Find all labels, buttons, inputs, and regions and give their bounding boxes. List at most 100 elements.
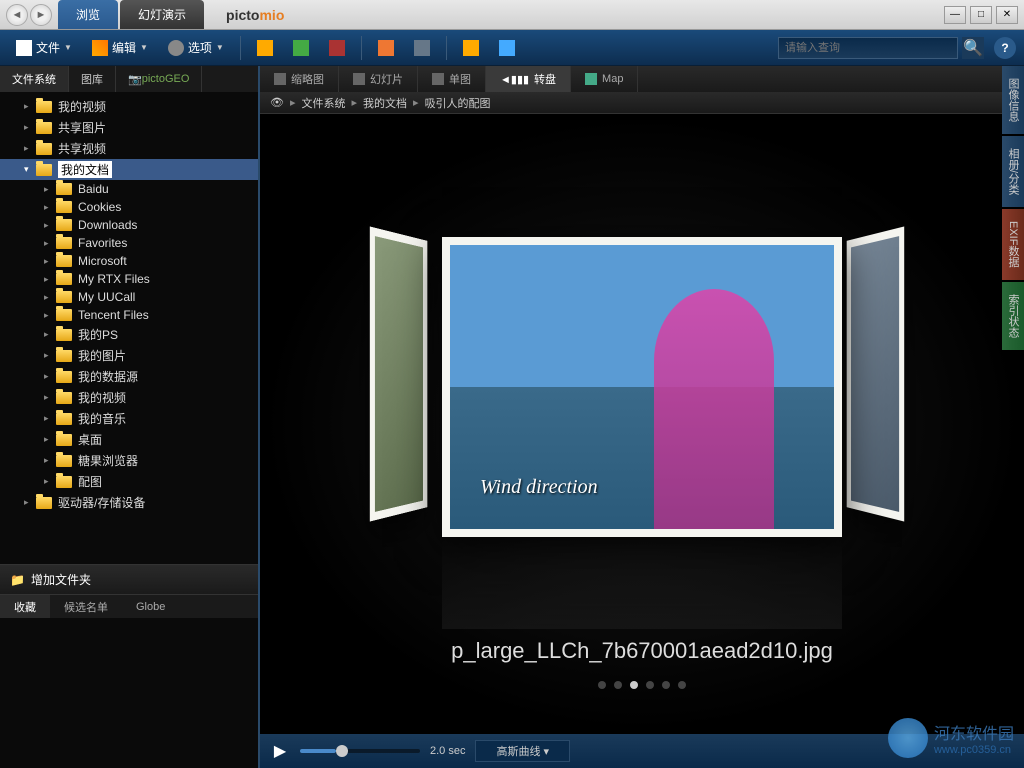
bottom-tab-globe[interactable]: Globe: [122, 595, 179, 618]
current-filename: p_large_LLCh_7b670001aead2d10.jpg: [451, 638, 833, 664]
tree-item-label: Baidu: [78, 182, 109, 196]
upload-button[interactable]: [455, 36, 487, 60]
title-tab-browse[interactable]: 浏览: [58, 0, 118, 29]
stop-button[interactable]: [321, 36, 353, 60]
tree-item[interactable]: ▸My UUCall: [0, 288, 258, 306]
view-tab-carousel[interactable]: ◄▮▮▮转盘: [486, 66, 571, 92]
right-tab-album[interactable]: 相册/分类: [1002, 136, 1024, 207]
download-icon: [499, 40, 515, 56]
tree-arrow-icon[interactable]: ▸: [44, 292, 56, 303]
right-tab-exif[interactable]: EXIF数据: [1002, 209, 1024, 279]
tree-arrow-icon[interactable]: ▸: [24, 101, 36, 112]
right-panels: 图像信息 相册/分类 EXIF数据 索引状态: [1002, 66, 1024, 350]
tree-arrow-icon[interactable]: ▸: [24, 143, 36, 154]
tree-item[interactable]: ▸桌面: [0, 429, 258, 450]
folder-icon: [36, 101, 52, 113]
tree-item[interactable]: ▸Microsoft: [0, 252, 258, 270]
tree-item[interactable]: ▸Favorites: [0, 234, 258, 252]
export-button[interactable]: [249, 36, 281, 60]
file-menu-button[interactable]: 文件▼: [8, 35, 80, 60]
image-button[interactable]: [370, 36, 402, 60]
tree-arrow-icon[interactable]: ▸: [44, 392, 56, 403]
nav-forward-button[interactable]: ►: [30, 4, 52, 26]
tree-arrow-icon[interactable]: ▸: [44, 238, 56, 249]
tree-item[interactable]: ▸我的图片: [0, 345, 258, 366]
tree-item[interactable]: ▸我的视频: [0, 96, 258, 117]
carousel-dots[interactable]: [598, 681, 686, 689]
tree-arrow-icon[interactable]: ▾: [24, 164, 36, 175]
tree-item[interactable]: ▸配图: [0, 471, 258, 492]
view-tab-single[interactable]: 单图: [418, 66, 486, 92]
folder-icon: [56, 413, 72, 425]
tree-arrow-icon[interactable]: ▸: [44, 329, 56, 340]
tree-item[interactable]: ▸ Baidu: [0, 180, 258, 198]
tree-item[interactable]: ▸我的PS: [0, 324, 258, 345]
tree-item[interactable]: ▸我的视频: [0, 387, 258, 408]
tree-item-label: My RTX Files: [78, 272, 150, 286]
maximize-button[interactable]: □: [970, 6, 992, 24]
edit-menu-button[interactable]: 编辑▼: [84, 35, 156, 60]
add-folder-button[interactable]: 📁增加文件夹: [0, 564, 258, 594]
tree-item[interactable]: ▸Tencent Files: [0, 306, 258, 324]
search-button[interactable]: 🔍: [962, 37, 984, 59]
breadcrumb[interactable]: 👁 ▸文件系统 ▸我的文档 ▸吸引人的配图: [260, 92, 1024, 114]
tree-item[interactable]: ▸ My RTX Files: [0, 270, 258, 288]
refresh-button[interactable]: [285, 36, 317, 60]
bottom-tab-candidates[interactable]: 候选名单: [50, 595, 122, 618]
carousel-image-prev[interactable]: [370, 226, 428, 521]
tree-item[interactable]: ▸糖果浏览器: [0, 450, 258, 471]
carousel-image-next[interactable]: [847, 226, 905, 521]
minimize-button[interactable]: —: [944, 6, 966, 24]
close-button[interactable]: ✕: [996, 6, 1018, 24]
tree-arrow-icon[interactable]: ▸: [44, 434, 56, 445]
tree-item[interactable]: ▸Cookies: [0, 198, 258, 216]
tree-item[interactable]: ▾我的文档: [0, 159, 258, 180]
tree-arrow-icon[interactable]: ▸: [44, 413, 56, 424]
search-input[interactable]: [778, 37, 958, 59]
tree-arrow-icon[interactable]: ▸: [44, 455, 56, 466]
right-tab-index[interactable]: 索引状态: [1002, 282, 1024, 350]
tree-item[interactable]: ▸Downloads: [0, 216, 258, 234]
effect-selector[interactable]: 高斯曲线 ▾: [475, 740, 570, 762]
tree-arrow-icon[interactable]: ▸: [24, 122, 36, 133]
upload-icon: [463, 40, 479, 56]
print-button[interactable]: [406, 36, 438, 60]
image-icon: [378, 40, 394, 56]
bottom-tab-favorites[interactable]: 收藏: [0, 595, 50, 618]
tree-item[interactable]: ▸共享图片: [0, 117, 258, 138]
sidebar-tab-pictogeo[interactable]: 📷 pictoGEO: [116, 66, 202, 92]
tree-item[interactable]: ▸ 驱动器/存储设备: [0, 492, 258, 513]
tree-item[interactable]: ▸我的音乐: [0, 408, 258, 429]
tree-item[interactable]: ▸我的数据源: [0, 366, 258, 387]
view-tab-thumbnail[interactable]: 缩略图: [260, 66, 339, 92]
tree-arrow-icon[interactable]: ▸: [44, 184, 56, 195]
tree-arrow-icon[interactable]: ▸: [44, 202, 56, 213]
sidebar-tab-filesystem[interactable]: 文件系统: [0, 66, 69, 92]
sidebar-tab-gallery[interactable]: 图库: [69, 66, 116, 92]
carousel-viewer[interactable]: Wind direction p_large_LLCh_7b670001aead…: [260, 114, 1024, 734]
tree-arrow-icon[interactable]: ▸: [24, 497, 36, 508]
tree-arrow-icon[interactable]: ▸: [44, 476, 56, 487]
tree-item[interactable]: ▸ 共享视频: [0, 138, 258, 159]
play-button[interactable]: ▶: [270, 741, 290, 761]
help-button[interactable]: ?: [994, 37, 1016, 59]
time-label: 2.0 sec: [430, 745, 465, 757]
view-tab-slideshow[interactable]: 幻灯片: [339, 66, 418, 92]
options-menu-button[interactable]: 选项▼: [160, 35, 232, 60]
right-tab-imageinfo[interactable]: 图像信息: [1002, 66, 1024, 134]
tree-arrow-icon[interactable]: ▸: [44, 371, 56, 382]
tree-item-label: 共享视频: [58, 140, 106, 157]
tree-arrow-icon[interactable]: ▸: [44, 256, 56, 267]
gear-icon: [168, 40, 184, 56]
speed-slider[interactable]: [300, 749, 420, 753]
download-button[interactable]: [491, 36, 523, 60]
carousel-image-current[interactable]: Wind direction: [442, 237, 842, 537]
tree-arrow-icon[interactable]: ▸: [44, 310, 56, 321]
view-tab-map[interactable]: Map: [571, 66, 638, 92]
tree-arrow-icon[interactable]: ▸: [44, 350, 56, 361]
tree-arrow-icon[interactable]: ▸: [44, 274, 56, 285]
tree-arrow-icon[interactable]: ▸: [44, 220, 56, 231]
title-tab-slideshow[interactable]: 幻灯演示: [120, 0, 204, 29]
nav-back-button[interactable]: ◄: [6, 4, 28, 26]
tree-item-label: 驱动器/存储设备: [58, 494, 145, 511]
